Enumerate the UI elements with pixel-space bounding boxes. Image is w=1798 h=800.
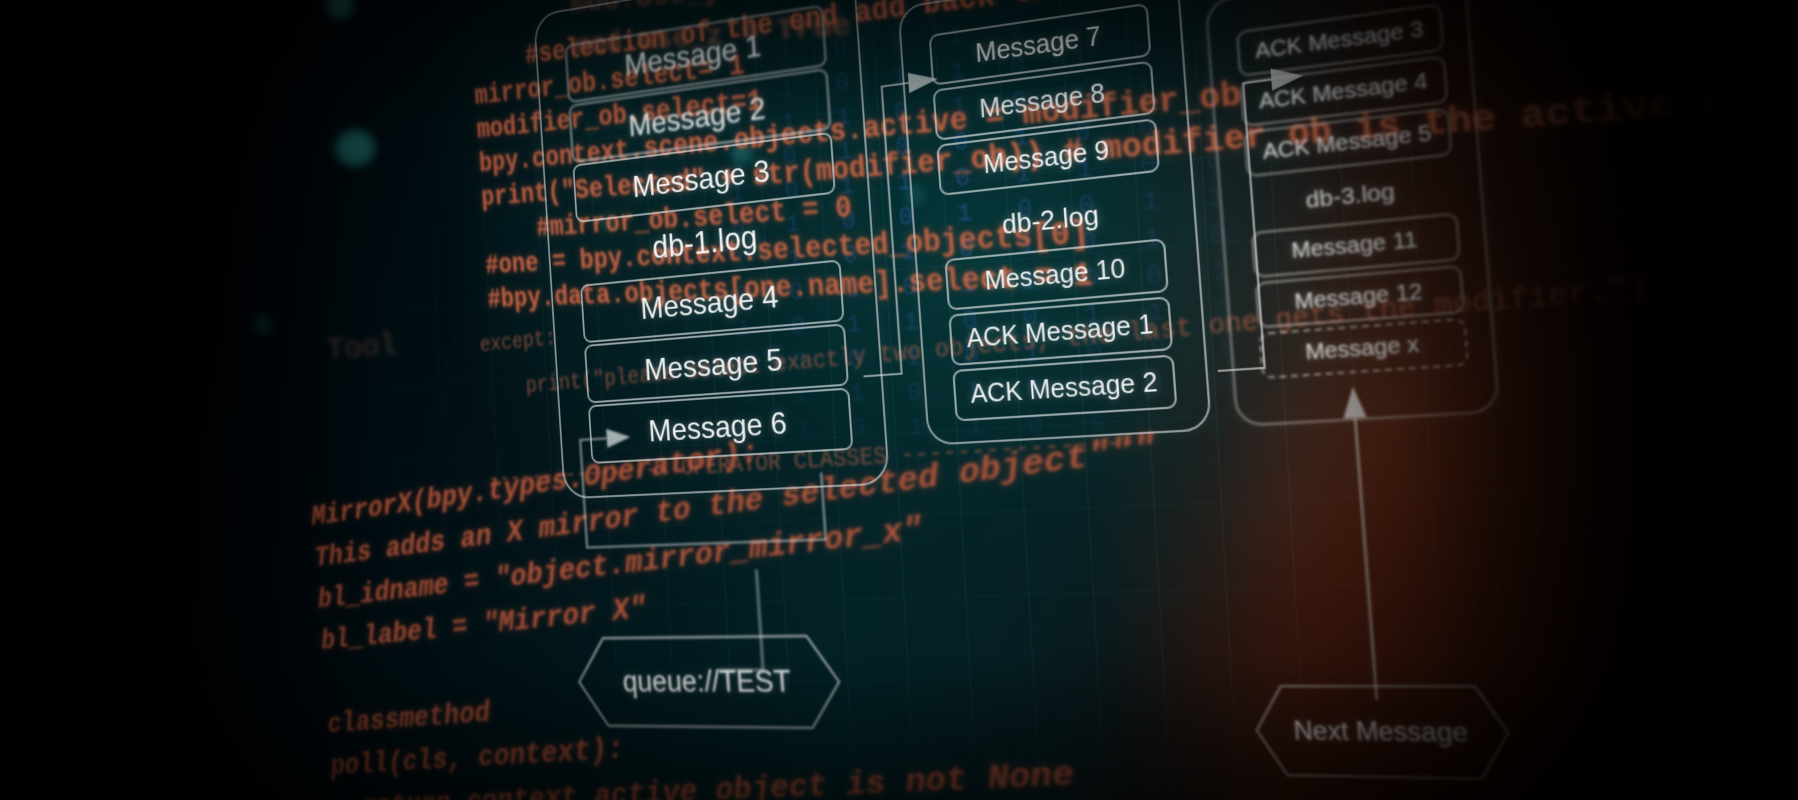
- edge-next-message: [1355, 418, 1377, 700]
- screenshot-stage: 0 1 0 1 0 0 1 0 0 1 1 0 0 1 1 0 1 0 1 0 …: [0, 0, 1798, 800]
- node-next-message-label: Next Message: [1292, 715, 1469, 747]
- node-queue-test[interactable]: queue://TEST: [575, 634, 845, 731]
- node-next-message[interactable]: Next Message: [1251, 684, 1514, 782]
- message-queue-diagram: Message 1 Message 2 Message 3 db-1.log M…: [367, 0, 1587, 800]
- bokeh-spark: [335, 130, 375, 166]
- bokeh-spark: [254, 315, 272, 333]
- node-queue-test-label: queue://TEST: [621, 664, 792, 699]
